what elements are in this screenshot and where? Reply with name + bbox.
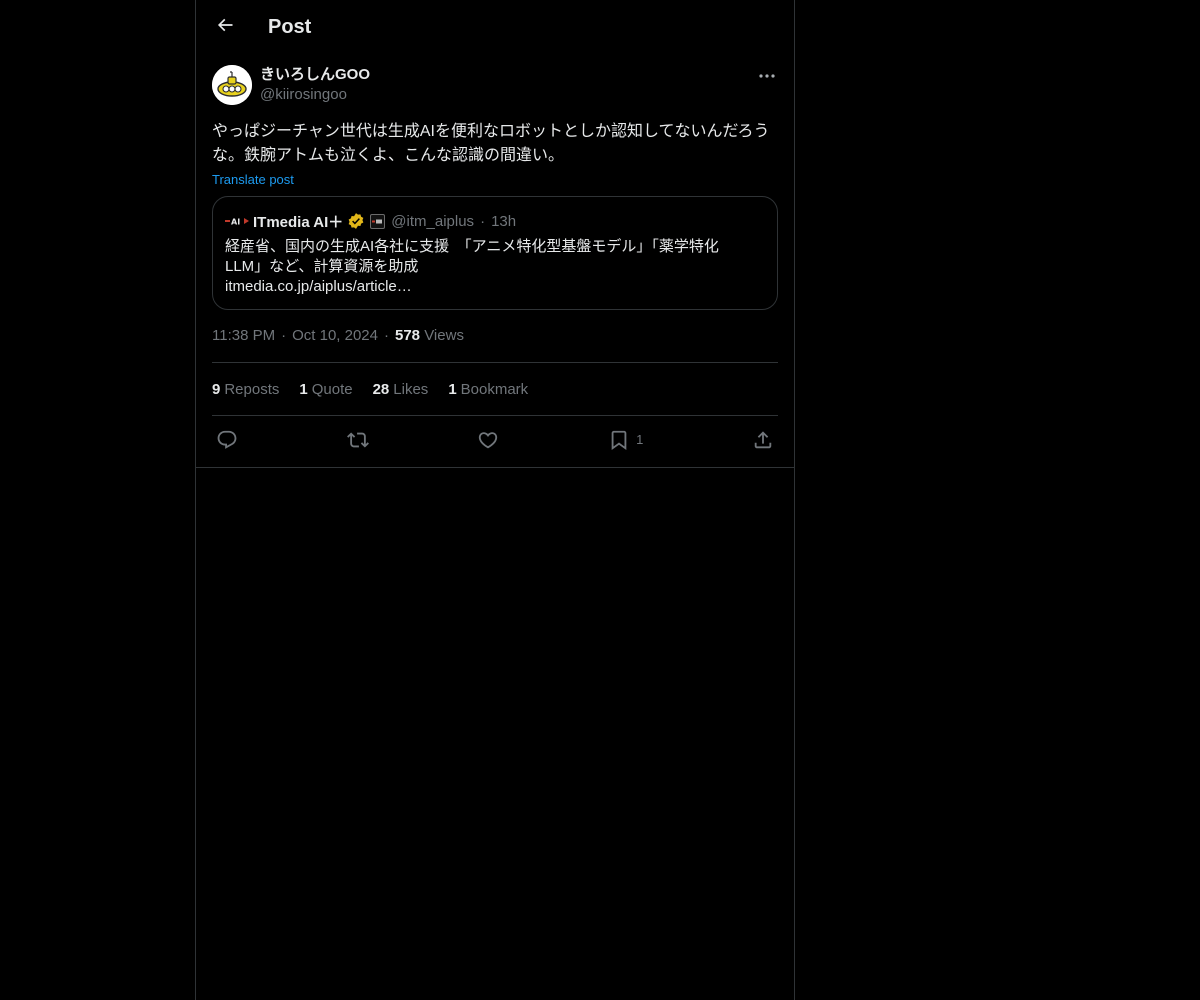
quoted-post-text: 経産省、国内の生成AI各社に支援 「アニメ特化型基盤モデル」「薬学特化 LLM」… (225, 237, 765, 297)
heart-icon (477, 429, 499, 451)
bookmarks-count: 1 (448, 380, 457, 398)
header: Post (196, 0, 794, 53)
post-meta: 11:38 PM · Oct 10, 2024 · 578 Views (212, 326, 778, 363)
like-button[interactable] (477, 423, 499, 457)
quotes-label: Quote (311, 380, 353, 398)
author-display-name[interactable]: きいろしんGOO (260, 65, 370, 85)
avatar[interactable] (212, 65, 252, 105)
verified-badge-icon (347, 212, 365, 230)
quoted-text-line: 経産省、国内の生成AI各社に支援 「アニメ特化型基盤モデル」「薬学特化 (225, 238, 719, 255)
bookmarks-stat[interactable]: 1 Bookmark (448, 381, 528, 398)
share-button[interactable] (752, 423, 774, 457)
arrow-left-icon (215, 15, 235, 40)
action-bar: 1 (212, 416, 778, 463)
logo-text: AI (231, 218, 240, 227)
more-horizontal-icon (758, 66, 776, 84)
reply-button[interactable] (216, 423, 238, 457)
quotes-stat[interactable]: 1 Quote (299, 381, 352, 398)
quoted-author-handle: @itm_aiplus (391, 212, 475, 230)
bookmarks-label: Bookmark (460, 380, 529, 398)
page-title: Post (268, 16, 312, 38)
bookmark-button[interactable]: 1 (608, 423, 643, 457)
reply-icon (216, 429, 238, 451)
likes-stat[interactable]: 28 Likes (373, 381, 429, 398)
quoted-author-name: ITmedia AI＋ (253, 213, 344, 231)
views-label: Views (424, 327, 464, 344)
post-time[interactable]: 11:38 PM (212, 327, 275, 344)
bookmark-count: 1 (636, 432, 644, 447)
quoted-timestamp: 13h (491, 212, 517, 230)
translate-post-link[interactable]: Translate post (212, 170, 294, 190)
post: きいろしんGOO @kiirosingoo やっぱジーチャン世代は生成AIを便利… (196, 64, 794, 463)
itmedia-logo-icon: AI (225, 214, 251, 228)
back-button[interactable] (208, 10, 242, 44)
post-date[interactable]: Oct 10, 2024 (292, 327, 378, 344)
post-column: Post きいろしんGOO @kiirosingoo やっぱジーチャン世代は生成… (195, 0, 795, 1000)
reposts-label: Reposts (224, 380, 280, 398)
quotes-count: 1 (299, 380, 308, 398)
quoted-dot-separator: · (480, 212, 486, 230)
reposts-count: 9 (212, 380, 221, 398)
meta-separator: · (384, 327, 389, 344)
quoted-link-text: itmedia.co.jp/aiplus/article… (225, 278, 412, 295)
post-text: やっぱジーチャン世代は生成AIを便利なロボットとしか認知してないんだろうな。鉄腕… (212, 123, 770, 164)
post-divider (196, 467, 794, 468)
likes-label: Likes (393, 380, 429, 398)
reposts-stat[interactable]: 9 Reposts (212, 381, 279, 398)
repost-icon (346, 429, 369, 451)
yellow-submarine-icon (212, 65, 252, 105)
repost-button[interactable] (346, 423, 369, 457)
quoted-text-line: LLM」など、計算資源を助成 (225, 258, 419, 275)
quoted-post-header: AI ITmedia AI＋ @itm_aiplus · 13h (225, 209, 765, 233)
share-icon (752, 429, 774, 451)
author-row: きいろしんGOO @kiirosingoo (212, 64, 778, 116)
views-count: 578 (395, 327, 421, 344)
affiliate-badge-icon (370, 213, 386, 229)
bookmark-icon (608, 429, 630, 451)
likes-count: 28 (372, 380, 390, 398)
quoted-post-card[interactable]: AI ITmedia AI＋ @itm_aiplus · 13h 経産省、国内の… (212, 196, 778, 310)
meta-separator: · (281, 327, 287, 344)
more-options-button[interactable] (756, 66, 778, 84)
engagement-stats: 9 Reposts 1 Quote 28 Likes 1 Bookmark (212, 363, 778, 416)
author-handle[interactable]: @kiirosingoo (260, 85, 347, 105)
